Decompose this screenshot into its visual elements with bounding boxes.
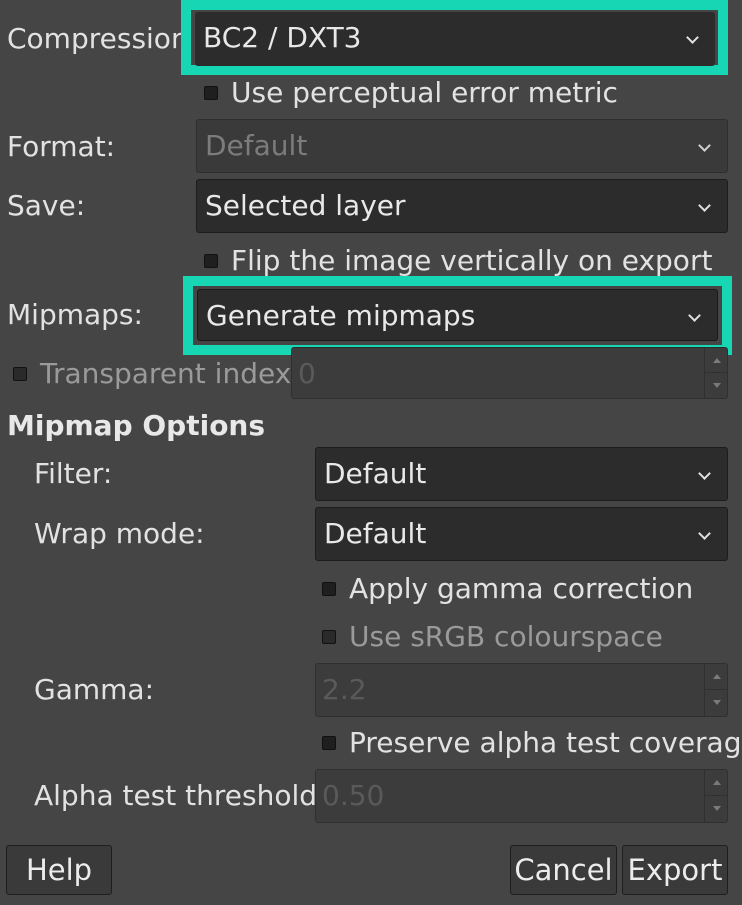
transparent-index-value: 0 (298, 357, 316, 390)
transparent-index-spinner[interactable]: 0 (291, 347, 728, 399)
gamma-label: Gamma: (34, 673, 154, 706)
checkbox-box (322, 582, 336, 596)
save-label: Save: (7, 189, 86, 222)
mipmaps-select[interactable]: Generate mipmaps (197, 289, 718, 341)
mipmaps-label: Mipmaps: (7, 298, 143, 331)
compression-select[interactable]: BC2 / DXT3 (195, 12, 715, 66)
dds-export-dialog: Compression BC2 / DXT3 Use perceptual er… (0, 0, 742, 905)
export-button[interactable]: Export (622, 845, 728, 895)
increment-button[interactable] (705, 770, 727, 796)
gamma-correction-checkbox[interactable]: Apply gamma correction (322, 575, 693, 603)
wrap-mode-value: Default (324, 517, 427, 550)
chevron-up-icon (713, 674, 721, 679)
checkbox-box (204, 254, 218, 268)
cancel-button[interactable]: Cancel (510, 845, 617, 895)
srgb-checkbox[interactable]: Use sRGB colourspace (322, 623, 663, 651)
compression-value: BC2 / DXT3 (203, 21, 362, 54)
perceptual-metric-label: Use perceptual error metric (231, 76, 618, 109)
format-value: Default (205, 129, 308, 162)
filter-select[interactable]: Default (315, 447, 728, 501)
alpha-threshold-spinner[interactable]: 0.50 (315, 769, 728, 823)
format-label: Format: (7, 130, 116, 163)
gamma-correction-label: Apply gamma correction (349, 572, 694, 605)
increment-button[interactable] (705, 664, 727, 690)
transparent-index-label: Transparent index: (40, 357, 301, 390)
save-value: Selected layer (205, 189, 406, 222)
filter-value: Default (324, 457, 427, 490)
chevron-down-icon (713, 806, 721, 811)
chevron-down-icon (698, 139, 711, 152)
transparent-index-checkbox[interactable]: Transparent index: (13, 360, 301, 388)
format-select[interactable]: Default (196, 119, 728, 173)
flip-vertical-label: Flip the image vertically on export (231, 244, 713, 277)
mipmaps-value: Generate mipmaps (206, 299, 476, 332)
save-select[interactable]: Selected layer (196, 179, 728, 233)
chevron-down-icon (698, 467, 711, 480)
gamma-spinner[interactable]: 2.2 (315, 663, 728, 717)
flip-vertical-checkbox[interactable]: Flip the image vertically on export (204, 247, 712, 275)
checkbox-box (322, 630, 336, 644)
chevron-down-icon (698, 527, 711, 540)
checkbox-box (204, 86, 218, 100)
alpha-threshold-value: 0.50 (322, 779, 385, 812)
decrement-button[interactable] (705, 373, 727, 398)
chevron-down-icon (698, 199, 711, 212)
chevron-down-icon (686, 31, 699, 44)
checkbox-box (322, 736, 336, 750)
srgb-label: Use sRGB colourspace (349, 620, 663, 653)
alpha-threshold-label: Alpha test threshold: (34, 779, 327, 812)
mipmap-options-title: Mipmap Options (7, 409, 266, 442)
chevron-down-icon (713, 383, 721, 388)
preserve-alpha-label: Preserve alpha test coverage (349, 726, 742, 759)
chevron-up-icon (713, 358, 721, 363)
wrap-mode-select[interactable]: Default (315, 507, 728, 561)
chevron-down-icon (713, 700, 721, 705)
decrement-button[interactable] (705, 796, 727, 822)
gamma-value: 2.2 (322, 673, 367, 706)
increment-button[interactable] (705, 348, 727, 373)
chevron-up-icon (713, 780, 721, 785)
preserve-alpha-checkbox[interactable]: Preserve alpha test coverage (322, 729, 742, 757)
chevron-down-icon (688, 309, 701, 322)
decrement-button[interactable] (705, 690, 727, 716)
filter-label: Filter: (34, 457, 113, 490)
checkbox-box (13, 367, 27, 381)
help-button[interactable]: Help (6, 845, 112, 895)
wrap-mode-label: Wrap mode: (34, 517, 205, 550)
perceptual-metric-checkbox[interactable]: Use perceptual error metric (204, 79, 618, 107)
compression-label: Compression (7, 22, 189, 55)
